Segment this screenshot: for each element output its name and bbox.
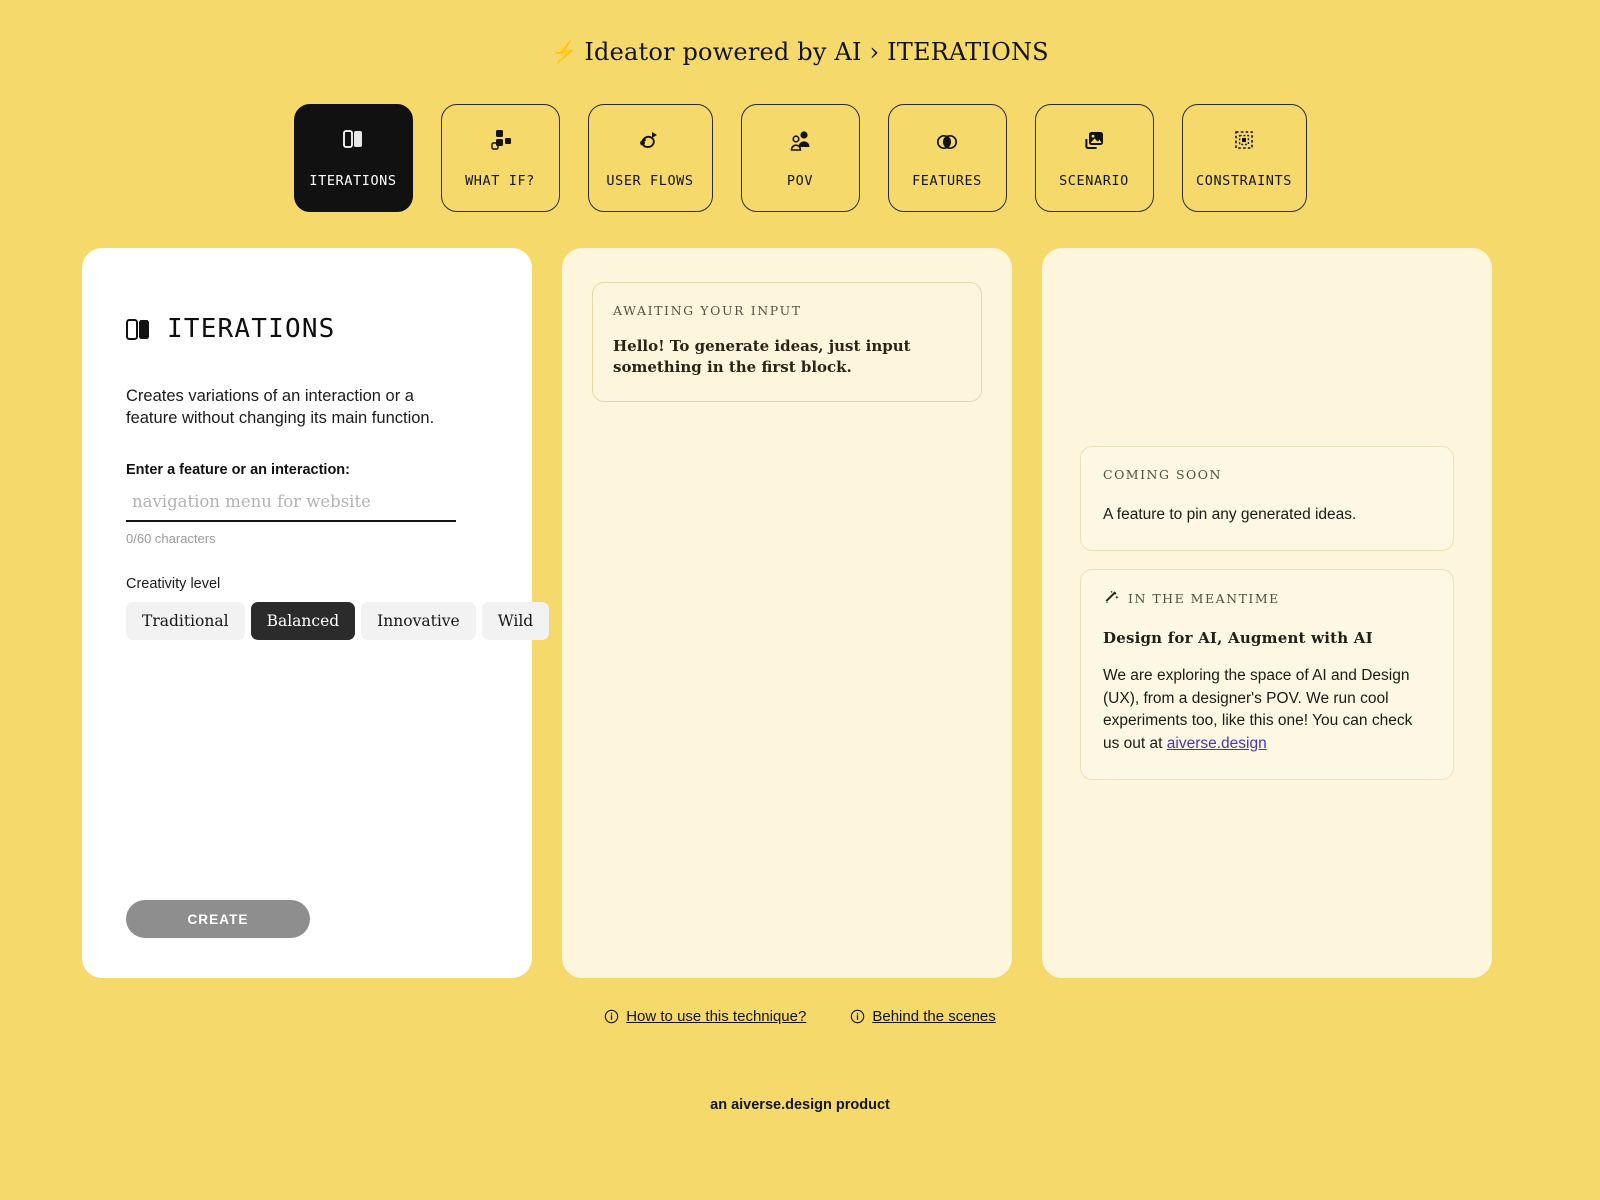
flow-arrow-icon bbox=[640, 132, 657, 148]
tab-what-if[interactable]: WHAT IF? bbox=[440, 104, 560, 212]
coming-soon-kicker-row: COMING SOON bbox=[1103, 467, 1431, 482]
feature-input[interactable] bbox=[126, 491, 456, 522]
creativity-option-balanced[interactable]: Balanced bbox=[250, 601, 356, 640]
product-attribution: an aiverse.design product bbox=[710, 1097, 890, 1113]
tab-features[interactable]: FEATURES bbox=[887, 104, 1007, 212]
tab-scenario[interactable]: SCENARIO bbox=[1034, 104, 1154, 212]
form-spacer bbox=[126, 640, 488, 900]
tab-label: CONSTRAINTS bbox=[1195, 173, 1292, 189]
tab-label: FEATURES bbox=[912, 173, 982, 189]
awaiting-input-message: Hello! To generate ideas, just input som… bbox=[613, 337, 911, 377]
panel-title: ITERATIONS bbox=[167, 314, 336, 344]
create-button[interactable]: CREATE bbox=[126, 900, 310, 938]
tab-iterations[interactable]: ITERATIONS bbox=[293, 104, 413, 212]
tab-constraints[interactable]: CONSTRAINTS bbox=[1181, 104, 1307, 212]
tab-label: SCENARIO bbox=[1059, 173, 1129, 189]
input-field-label: Enter a feature or an interaction: bbox=[126, 461, 350, 478]
output-panel: AWAITING YOUR INPUT Hello! To generate i… bbox=[562, 248, 1012, 978]
users-icon bbox=[790, 131, 810, 151]
in-the-meantime-card: IN THE MEANTIME Design for AI, Augment w… bbox=[1080, 569, 1454, 781]
how-to-use-link[interactable]: How to use this technique? bbox=[604, 1008, 806, 1025]
how-to-use-label: How to use this technique? bbox=[626, 1008, 807, 1025]
lightning-bolt-icon: ⚡ bbox=[551, 40, 578, 64]
creativity-option-wild[interactable]: Wild bbox=[481, 601, 550, 640]
info-icon bbox=[604, 1009, 619, 1024]
panels-icon bbox=[126, 318, 149, 340]
panel-title-row: ITERATIONS bbox=[126, 314, 488, 344]
behind-the-scenes-link[interactable]: Behind the scenes bbox=[850, 1008, 996, 1025]
magic-wand-icon bbox=[1105, 590, 1119, 604]
meantime-text: We are exploring the space of AI and Des… bbox=[1103, 665, 1431, 755]
coming-soon-text: A feature to pin any generated ideas. bbox=[1103, 505, 1357, 523]
panels-icon bbox=[343, 130, 362, 148]
awaiting-input-card: AWAITING YOUR INPUT Hello! To generate i… bbox=[592, 282, 982, 402]
coming-soon-kicker: COMING SOON bbox=[1103, 466, 1222, 482]
image-icon bbox=[1085, 132, 1103, 149]
meantime-heading: Design for AI, Augment with AI bbox=[1103, 629, 1373, 648]
page-title: Ideator powered by AI › ITERATIONS bbox=[584, 38, 1049, 66]
tab-label: USER FLOWS bbox=[606, 173, 694, 189]
tab-pov[interactable]: POV bbox=[740, 104, 860, 212]
coming-soon-card: COMING SOON A feature to pin any generat… bbox=[1080, 445, 1454, 552]
creativity-option-innovative[interactable]: Innovative bbox=[361, 601, 476, 640]
main-columns: ITERATIONS Creates variations of an inte… bbox=[0, 212, 1600, 978]
behind-the-scenes-label: Behind the scenes bbox=[872, 1008, 996, 1025]
character-counter: 0/60 characters bbox=[126, 530, 216, 546]
tab-label: WHAT IF? bbox=[465, 173, 535, 189]
footer-links: How to use this technique? Behind the sc… bbox=[0, 1008, 1600, 1025]
panel-description: Creates variations of an interaction or … bbox=[126, 387, 435, 427]
tab-user-flows[interactable]: USER FLOWS bbox=[587, 104, 713, 212]
shapes-icon bbox=[491, 130, 511, 150]
aiverse-design-link[interactable]: aiverse.design bbox=[1167, 735, 1267, 752]
creativity-level-group: Traditional Balanced Innovative Wild bbox=[126, 601, 550, 640]
meantime-kicker: IN THE MEANTIME bbox=[1128, 591, 1280, 607]
dashed-frame-icon bbox=[1235, 131, 1253, 149]
technique-form-panel: ITERATIONS Creates variations of an inte… bbox=[82, 248, 550, 978]
tab-label: ITERATIONS bbox=[309, 173, 397, 189]
technique-tabs: ITERATIONS WHAT IF? USER FLOWS POV FEATU… bbox=[0, 104, 1600, 212]
info-icon bbox=[851, 1009, 865, 1024]
venn-circles-icon bbox=[936, 134, 958, 150]
app-root: ⚡ Ideator powered by AI › ITERATIONS ITE… bbox=[0, 0, 1600, 1200]
side-panel: COMING SOON A feature to pin any generat… bbox=[1042, 248, 1492, 978]
creativity-level-label: Creativity level bbox=[126, 575, 221, 592]
tab-label: POV bbox=[786, 173, 814, 189]
creativity-option-traditional[interactable]: Traditional bbox=[126, 601, 245, 640]
awaiting-input-kicker: AWAITING YOUR INPUT bbox=[613, 303, 802, 318]
app-header: ⚡ Ideator powered by AI › ITERATIONS bbox=[0, 0, 1600, 104]
meantime-kicker-row: IN THE MEANTIME bbox=[1103, 590, 1431, 607]
